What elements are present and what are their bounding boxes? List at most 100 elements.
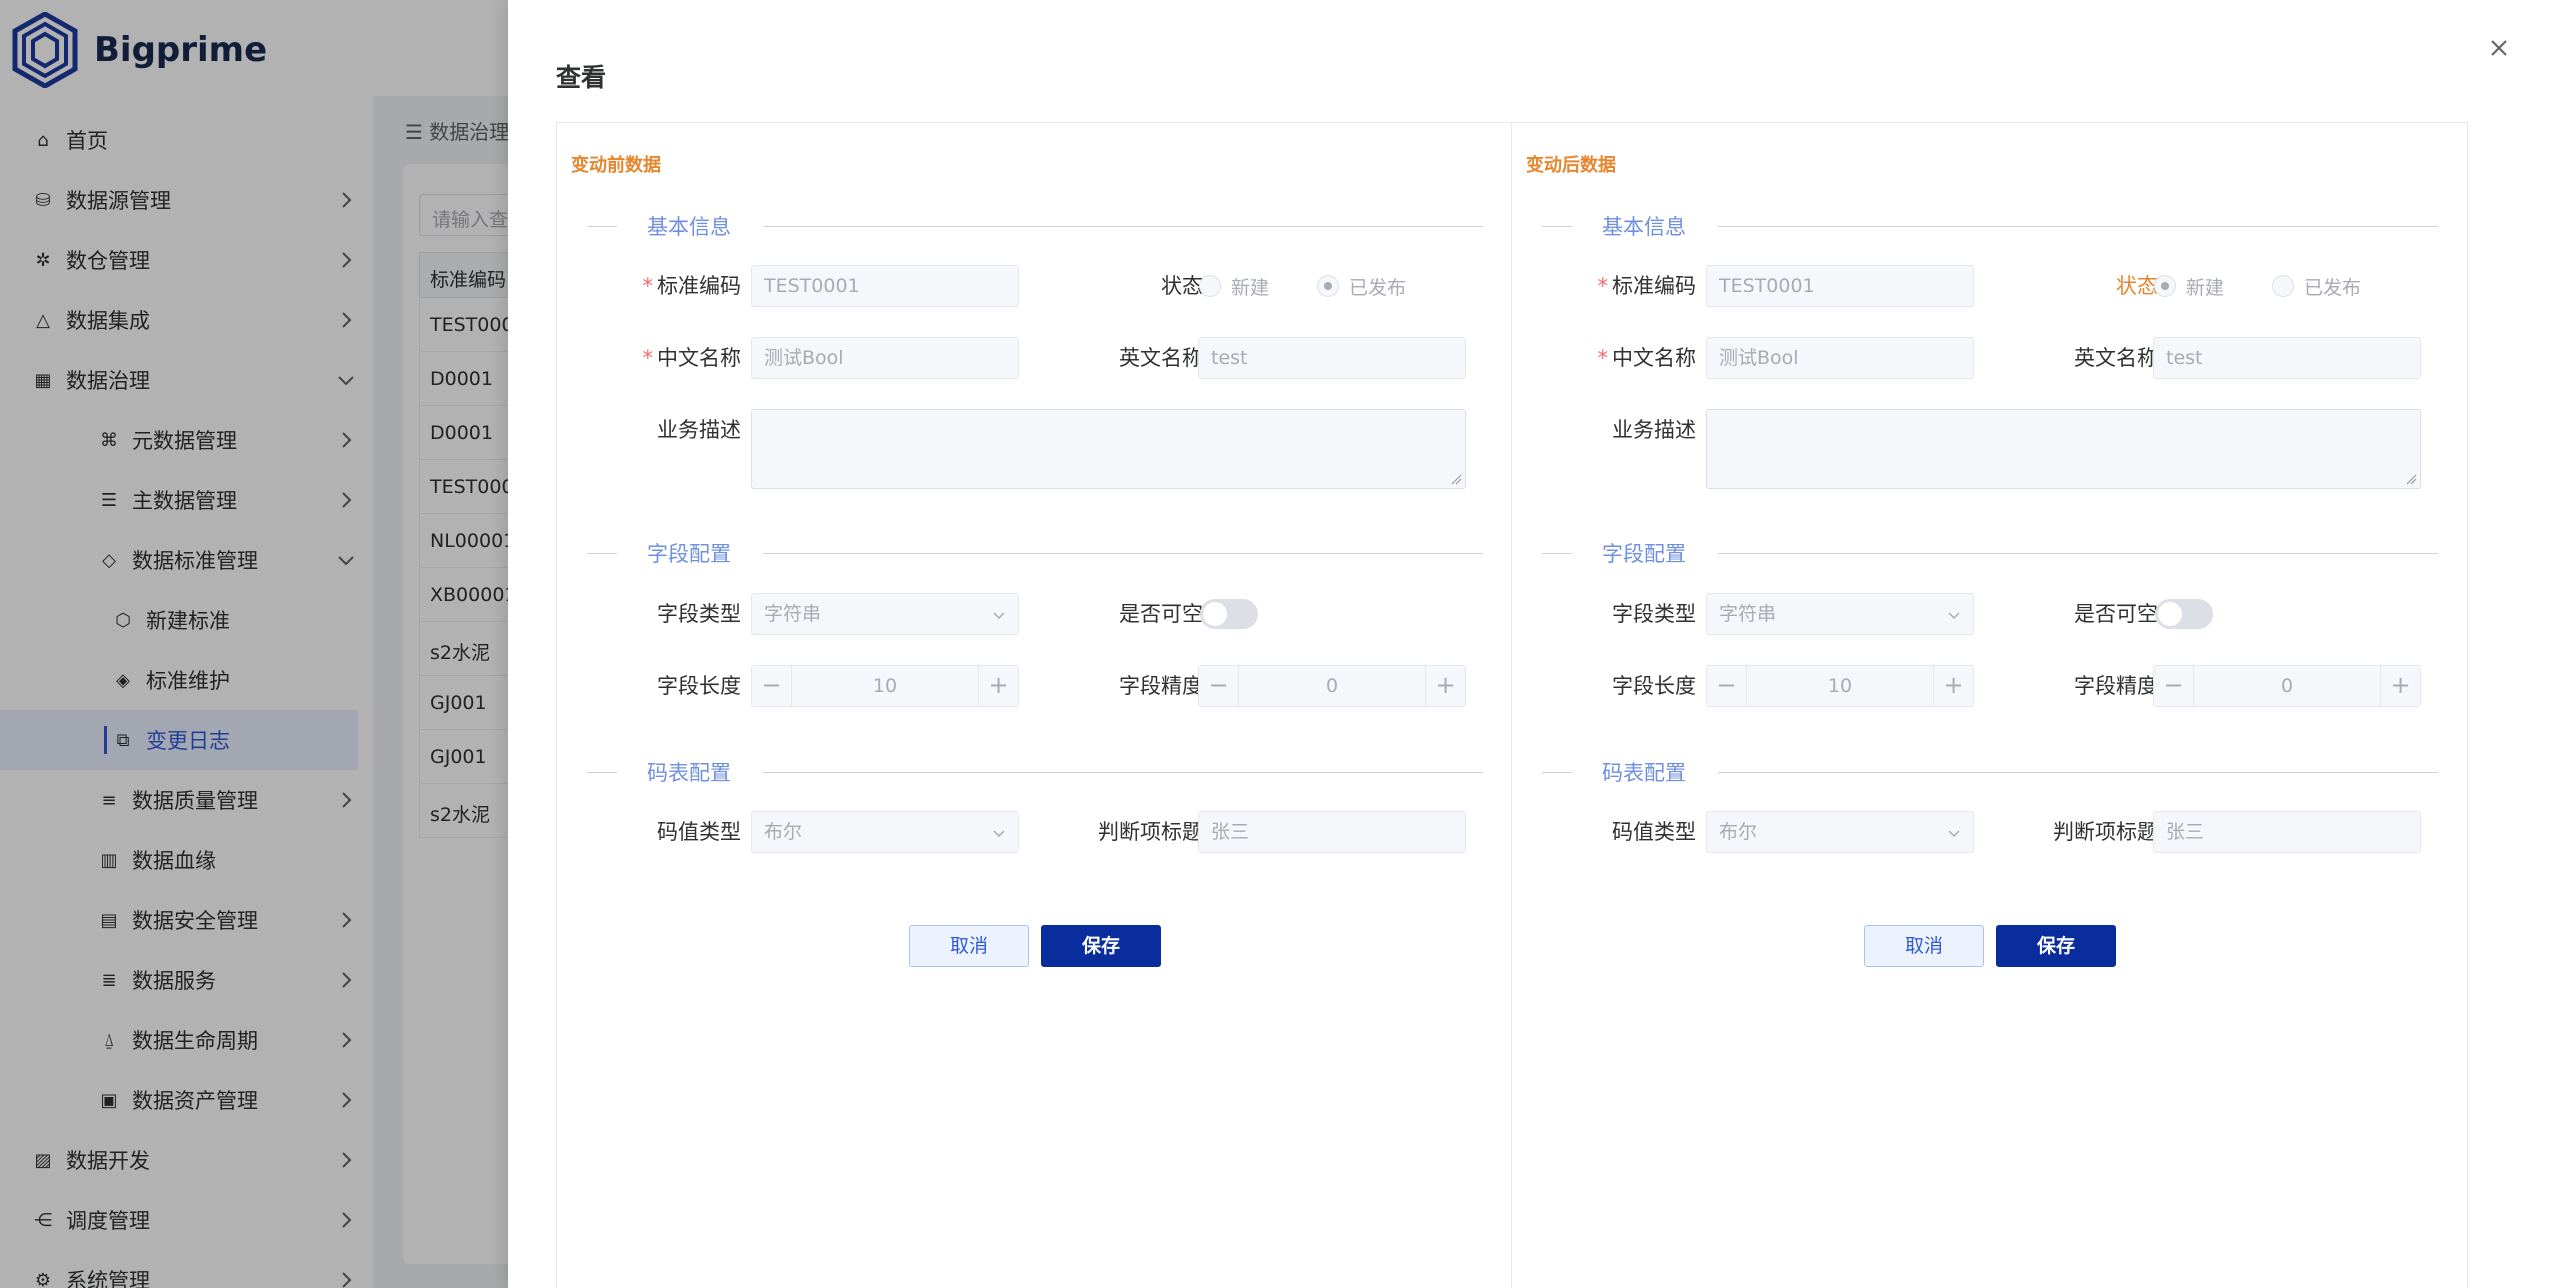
nullable-toggle[interactable] — [1200, 599, 1258, 629]
nullable-label: 是否可空 — [2074, 602, 2158, 626]
section-title: 码表配置 — [1602, 761, 1686, 785]
code-label: * 标准编码 — [1526, 265, 1697, 307]
increment-button[interactable]: + — [1425, 666, 1465, 706]
field-type-label: 字段类型 — [1612, 602, 1696, 626]
chevron-down-icon — [1948, 830, 1960, 838]
close-icon[interactable] — [2485, 34, 2513, 62]
judge-title-field[interactable]: 张三 — [1198, 811, 1466, 853]
cn-name-field[interactable]: 测试Bool — [1706, 337, 1974, 379]
increment-button[interactable]: + — [2380, 666, 2420, 706]
length-label: 字段长度 — [1612, 674, 1696, 698]
code-label-text: 标准编码 — [657, 274, 741, 298]
cn-name-field[interactable]: 测试Bool — [751, 337, 1019, 379]
panel-before: 变动前数据 基本信息 * 标准编码 TEST0001 状态 新建 已发布 * 中文名… — [557, 123, 1512, 1288]
cn-name-label: * 中文名称 — [1526, 337, 1697, 379]
precision-value[interactable]: 0 — [1239, 666, 1425, 706]
field-type-label: 字段类型 — [657, 602, 741, 626]
save-button[interactable]: 保存 — [1041, 925, 1161, 967]
precision-label: 字段精度 — [2074, 674, 2158, 698]
section-title: 字段配置 — [647, 542, 731, 566]
status-radio-published[interactable]: 已发布 — [1317, 265, 1406, 307]
desc-textarea[interactable] — [1706, 409, 2421, 489]
cn-name-label-text: 中文名称 — [1612, 346, 1696, 370]
cancel-button[interactable]: 取消 — [1864, 925, 1984, 967]
resize-grip-icon[interactable] — [2405, 473, 2417, 485]
status-label: 状态 — [2116, 274, 2158, 298]
length-label: 字段长度 — [657, 674, 741, 698]
status-radio-published[interactable]: 已发布 — [2272, 265, 2361, 307]
panel-after: 变动后数据 基本信息 * 标准编码 TEST0001 状态 新建 已发布 * 中文名… — [1512, 123, 2467, 1288]
status-label: 状态 — [1161, 274, 1203, 298]
judge-title-field[interactable]: 张三 — [2153, 811, 2421, 853]
code-type-select[interactable]: 布尔 — [751, 811, 1019, 853]
en-name-field[interactable]: test — [1198, 337, 1466, 379]
required-mark: * — [1597, 274, 1609, 298]
section-field: 字段配置 — [1542, 538, 2438, 568]
select-value: 字符串 — [764, 603, 822, 625]
section-title: 字段配置 — [1602, 542, 1686, 566]
radio-circle — [1317, 275, 1339, 297]
increment-button[interactable]: + — [1933, 666, 1973, 706]
nullable-toggle[interactable] — [2155, 599, 2213, 629]
radio-circle — [1199, 275, 1221, 297]
status-radio-new[interactable]: 新建 — [1199, 265, 1269, 307]
decrement-button[interactable]: − — [1199, 666, 1239, 706]
select-value: 布尔 — [764, 821, 803, 843]
nullable-label: 是否可空 — [1119, 602, 1203, 626]
field-type-select[interactable]: 字符串 — [1706, 593, 1974, 635]
section-title: 基本信息 — [647, 215, 731, 239]
required-mark: * — [642, 346, 654, 370]
cn-name-label-text: 中文名称 — [657, 346, 741, 370]
resize-grip-icon[interactable] — [1450, 473, 1462, 485]
cancel-button[interactable]: 取消 — [909, 925, 1029, 967]
code-type-select[interactable]: 布尔 — [1706, 811, 1974, 853]
code-type-label: 码值类型 — [1612, 820, 1696, 844]
section-code: 码表配置 — [587, 757, 1483, 787]
judge-title-label: 判断项标题 — [1098, 820, 1203, 844]
code-label: * 标准编码 — [571, 265, 742, 307]
radio-label: 已发布 — [2304, 276, 2362, 299]
chevron-down-icon — [1948, 612, 1960, 620]
precision-stepper: − 0 + — [1198, 665, 1466, 707]
view-drawer: 查看 变动前数据 基本信息 * 标准编码 TEST0001 状态 新建 已发布 *… — [508, 0, 2551, 1288]
decrement-button[interactable]: − — [1707, 666, 1747, 706]
status-radio-new[interactable]: 新建 — [2154, 265, 2224, 307]
precision-value[interactable]: 0 — [2194, 666, 2380, 706]
precision-label: 字段精度 — [1119, 674, 1203, 698]
select-value: 字符串 — [1719, 603, 1777, 625]
compare-body: 变动前数据 基本信息 * 标准编码 TEST0001 状态 新建 已发布 * 中文名… — [556, 122, 2468, 1288]
desc-label: 业务描述 — [1612, 418, 1696, 442]
section-field: 字段配置 — [587, 538, 1483, 568]
en-name-label: 英文名称 — [2074, 346, 2158, 370]
code-field[interactable]: TEST0001 — [1706, 265, 1974, 307]
en-name-label: 英文名称 — [1119, 346, 1203, 370]
desc-label: 业务描述 — [657, 418, 741, 442]
field-type-select[interactable]: 字符串 — [751, 593, 1019, 635]
precision-stepper: − 0 + — [2153, 665, 2421, 707]
radio-label: 新建 — [1231, 276, 1270, 299]
desc-textarea[interactable] — [751, 409, 1466, 489]
decrement-button[interactable]: − — [2154, 666, 2194, 706]
radio-circle — [2154, 275, 2176, 297]
section-title: 码表配置 — [647, 761, 731, 785]
decrement-button[interactable]: − — [752, 666, 792, 706]
chevron-down-icon — [993, 830, 1005, 838]
code-field[interactable]: TEST0001 — [751, 265, 1019, 307]
radio-label: 已发布 — [1349, 276, 1407, 299]
length-value[interactable]: 10 — [1747, 666, 1933, 706]
increment-button[interactable]: + — [978, 666, 1018, 706]
length-value[interactable]: 10 — [792, 666, 978, 706]
panel-heading: 变动后数据 — [1526, 155, 1616, 176]
length-stepper: − 10 + — [751, 665, 1019, 707]
radio-label: 新建 — [2186, 276, 2225, 299]
judge-title-label: 判断项标题 — [2053, 820, 2158, 844]
code-label-text: 标准编码 — [1612, 274, 1696, 298]
save-button[interactable]: 保存 — [1996, 925, 2116, 967]
section-title: 基本信息 — [1602, 215, 1686, 239]
en-name-field[interactable]: test — [2153, 337, 2421, 379]
section-basic: 基本信息 — [1542, 211, 2438, 241]
cn-name-label: * 中文名称 — [571, 337, 742, 379]
required-mark: * — [642, 274, 654, 298]
radio-circle — [2272, 275, 2294, 297]
section-code: 码表配置 — [1542, 757, 2438, 787]
